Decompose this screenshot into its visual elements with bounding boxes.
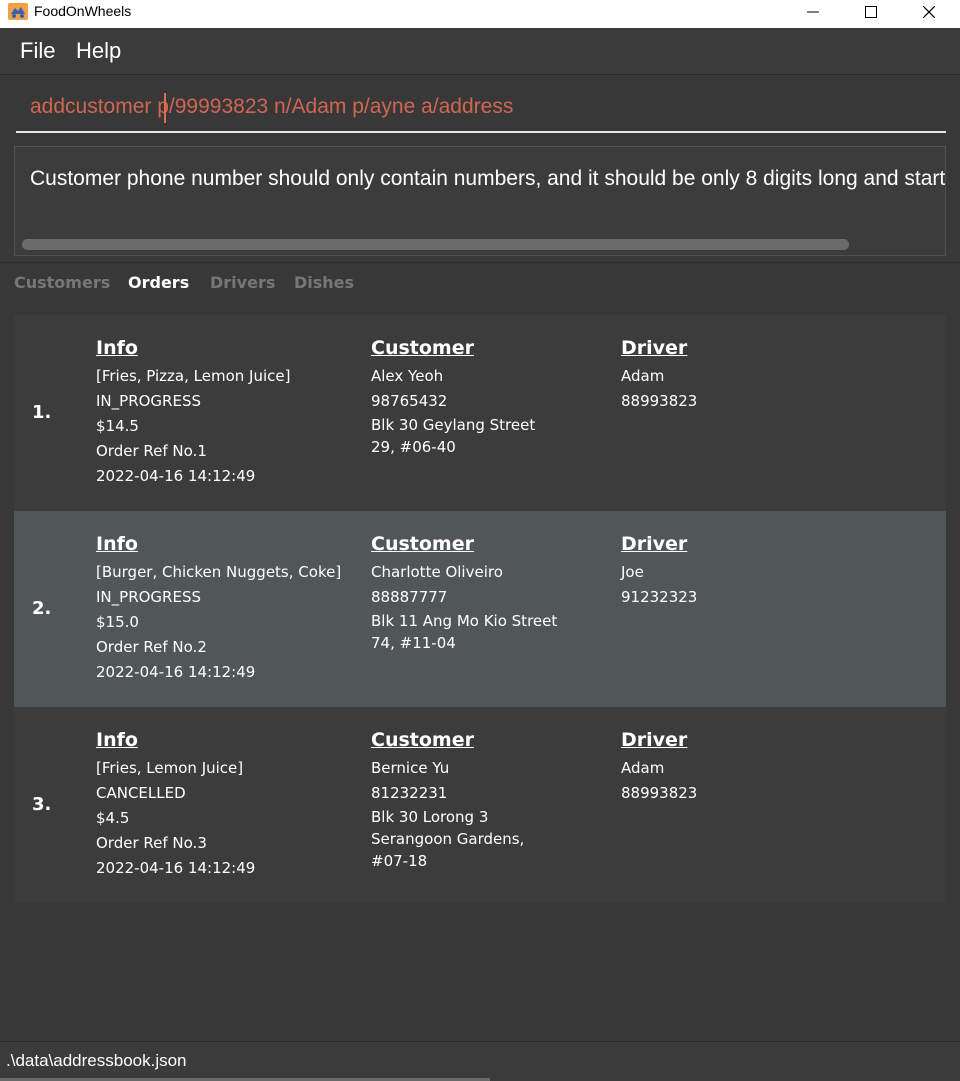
minimize-button[interactable]: [784, 0, 842, 24]
info-heading: Info: [96, 533, 138, 555]
customer-phone: 98765432: [371, 392, 448, 410]
status-bar: .\data\addressbook.json: [0, 1041, 960, 1081]
order-list: 1. Info [Fries, Pizza, Lemon Juice] IN_P…: [0, 301, 960, 1041]
driver-heading: Driver: [621, 729, 688, 751]
driver-phone: 91232323: [621, 588, 698, 606]
order-price: $15.0: [96, 613, 139, 631]
window-title: FoodOnWheels: [34, 3, 132, 19]
order-items: [Fries, Lemon Juice]: [96, 759, 244, 777]
driver-heading: Driver: [621, 337, 688, 359]
order-status: IN_PROGRESS: [96, 588, 201, 606]
command-text: addcustomer p/99993823 n/Adam p/ayne a/a…: [30, 95, 514, 118]
maximize-icon: [865, 6, 877, 18]
driver-heading: Driver: [621, 533, 688, 555]
driver-name: Adam: [621, 367, 665, 385]
order-driver: Driver Adam 88993823: [621, 729, 697, 806]
order-card-selected[interactable]: 2. Info [Burger, Chicken Nuggets, Coke] …: [14, 511, 946, 707]
order-datetime: 2022-04-16 14:12:49: [96, 663, 256, 681]
command-box: addcustomer p/99993823 n/Adam p/ayne a/a…: [0, 74, 960, 139]
order-items: [Burger, Chicken Nuggets, Coke]: [96, 563, 342, 581]
tab-bar: Customers Orders Drivers Dishes: [0, 262, 960, 302]
tab-customers[interactable]: Customers: [14, 273, 110, 292]
command-input[interactable]: addcustomer p/99993823 n/Adam p/ayne a/a…: [16, 87, 946, 133]
order-index: 2.: [32, 598, 52, 619]
order-ref: Order Ref No.1: [96, 442, 207, 460]
order-price: $14.5: [96, 417, 139, 435]
order-status: CANCELLED: [96, 784, 186, 802]
customer-name: Bernice Yu: [371, 759, 450, 777]
customer-name: Alex Yeoh: [371, 367, 444, 385]
order-customer: Customer Bernice Yu 81232231 Blk 30 Loro…: [371, 729, 561, 872]
tab-dishes[interactable]: Dishes: [294, 273, 354, 292]
minimize-icon: [807, 11, 819, 13]
customer-phone: 81232231: [371, 784, 448, 802]
customer-heading: Customer: [371, 337, 474, 359]
maximize-button[interactable]: [842, 0, 900, 24]
order-index: 1.: [32, 402, 52, 423]
order-info: Info [Fries, Lemon Juice] CANCELLED $4.5…: [96, 729, 255, 881]
order-ref: Order Ref No.2: [96, 638, 207, 656]
order-datetime: 2022-04-16 14:12:49: [96, 467, 256, 485]
status-file-path: .\data\addressbook.json: [6, 1051, 187, 1070]
tab-orders[interactable]: Orders: [128, 273, 189, 292]
customer-address: Blk 30 Geylang Street 29, #06-40: [371, 416, 536, 456]
menu-file[interactable]: File: [20, 38, 55, 64]
info-heading: Info: [96, 729, 138, 751]
tab-drivers[interactable]: Drivers: [210, 273, 275, 292]
horizontal-scrollbar[interactable]: [22, 239, 849, 250]
order-driver: Driver Joe 91232323: [621, 533, 697, 610]
driver-phone: 88993823: [621, 784, 698, 802]
close-button[interactable]: [900, 0, 958, 24]
driver-phone: 88993823: [621, 392, 698, 410]
customer-heading: Customer: [371, 729, 474, 751]
order-customer: Customer Alex Yeoh 98765432 Blk 30 Geyla…: [371, 337, 561, 458]
customer-phone: 88887777: [371, 588, 448, 606]
close-icon: [923, 6, 935, 18]
customer-heading: Customer: [371, 533, 474, 555]
menu-bar: File Help: [0, 28, 960, 74]
order-ref: Order Ref No.3: [96, 834, 207, 852]
customer-address: Blk 11 Ang Mo Kio Street 74, #11-04: [371, 612, 558, 652]
order-index: 3.: [32, 794, 52, 815]
text-caret: [164, 93, 166, 123]
order-info: Info [Burger, Chicken Nuggets, Coke] IN_…: [96, 533, 341, 685]
app-logo-icon: [8, 3, 28, 20]
order-status: IN_PROGRESS: [96, 392, 201, 410]
order-price: $4.5: [96, 809, 130, 827]
customer-address: Blk 30 Lorong 3 Serangoon Gardens, #07-1…: [371, 808, 525, 870]
order-card[interactable]: 3. Info [Fries, Lemon Juice] CANCELLED $…: [14, 707, 946, 903]
driver-name: Joe: [621, 563, 644, 581]
order-customer: Customer Charlotte Oliveiro 88887777 Blk…: [371, 533, 561, 654]
order-items: [Fries, Pizza, Lemon Juice]: [96, 367, 291, 385]
menu-help[interactable]: Help: [76, 38, 121, 64]
result-display-panel: Customer phone number should only contai…: [0, 138, 960, 262]
order-driver: Driver Adam 88993823: [621, 337, 697, 414]
order-card[interactable]: 1. Info [Fries, Pizza, Lemon Juice] IN_P…: [14, 315, 946, 511]
result-display: Customer phone number should only contai…: [14, 146, 946, 256]
customer-name: Charlotte Oliveiro: [371, 563, 503, 581]
driver-name: Adam: [621, 759, 665, 777]
info-heading: Info: [96, 337, 138, 359]
order-info: Info [Fries, Pizza, Lemon Juice] IN_PROG…: [96, 337, 290, 489]
result-message: Customer phone number should only contai…: [30, 167, 946, 190]
order-datetime: 2022-04-16 14:12:49: [96, 859, 256, 877]
title-bar: FoodOnWheels: [0, 0, 960, 28]
